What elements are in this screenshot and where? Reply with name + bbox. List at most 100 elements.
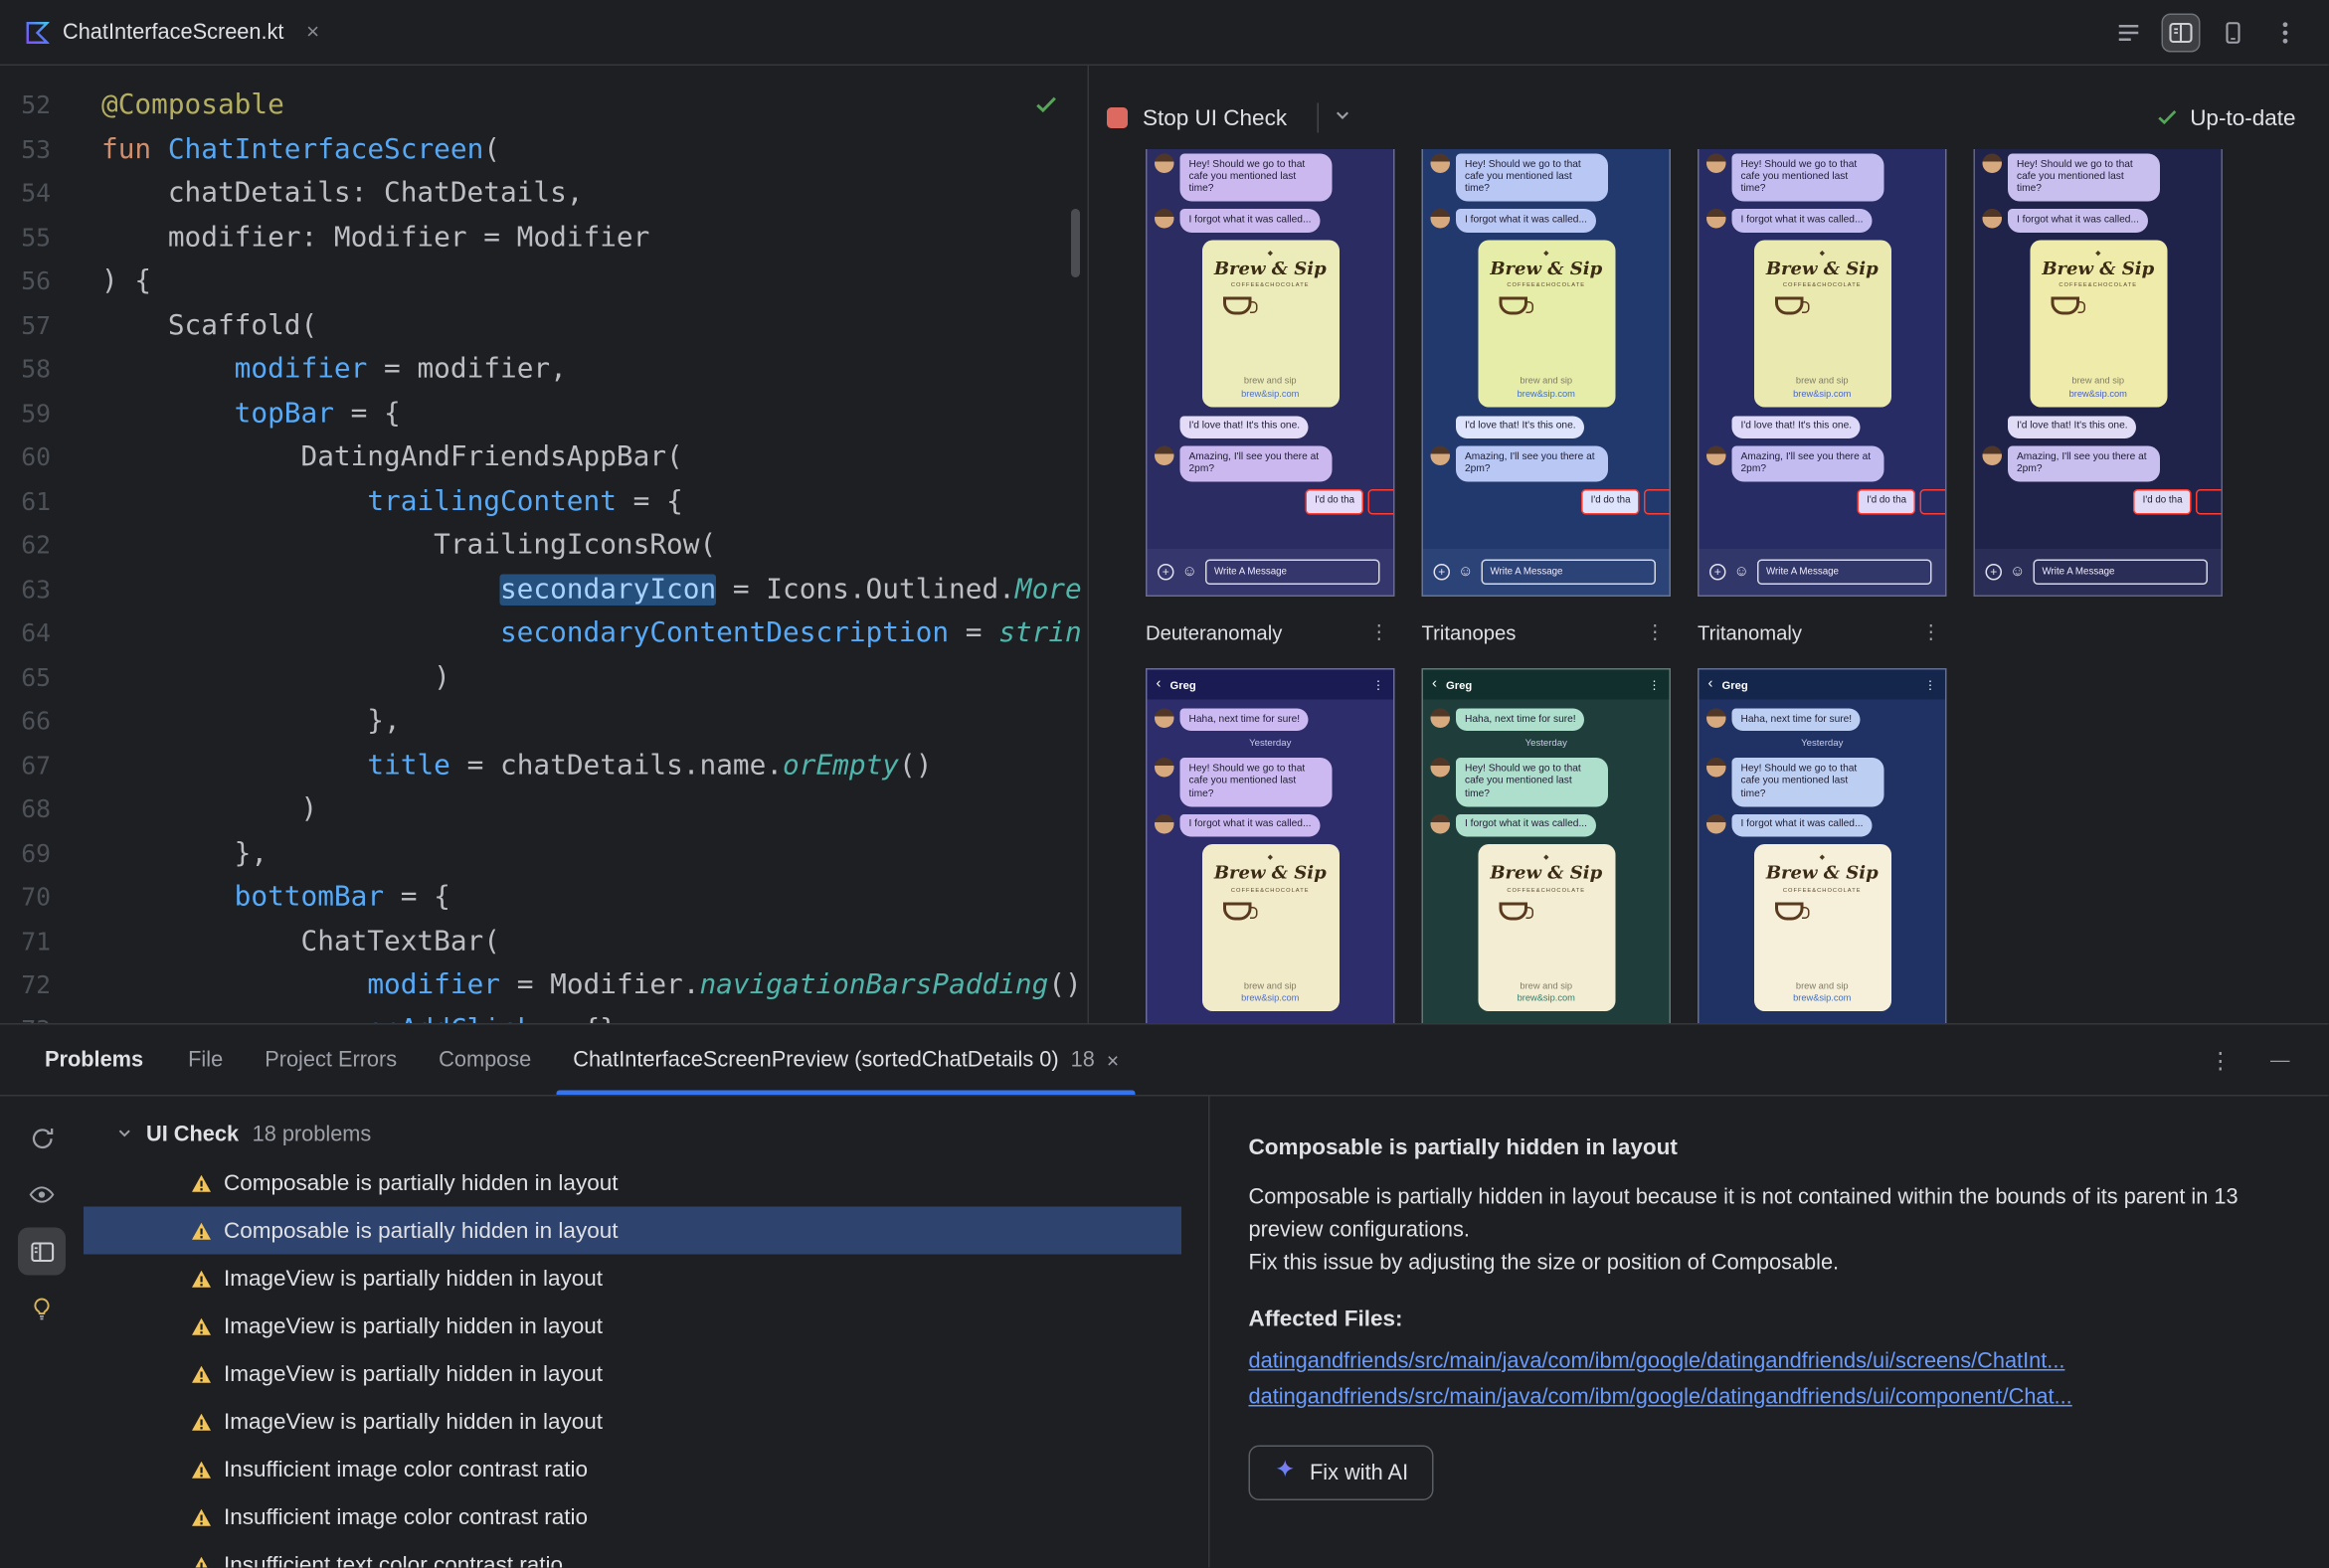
card-link[interactable]: brew&sip.com [1484, 389, 1609, 400]
problem-item[interactable]: ImageView is partially hidden in layout [84, 1398, 1181, 1446]
line-number: 71 [21, 927, 51, 956]
problems-group-header[interactable]: UI Check 18 problems [84, 1112, 1208, 1159]
code-line[interactable]: 73 onAddClick = {} [0, 1007, 1088, 1023]
phone-preview[interactable]: Hey! Should we go to that cafe you menti… [1973, 149, 2223, 597]
message-row: Hey! Should we go to that cafe you menti… [1975, 153, 2222, 202]
code-line[interactable]: 71 ChatTextBar( [0, 920, 1088, 963]
code-line[interactable]: 58 modifier = modifier, [0, 348, 1088, 392]
card-link[interactable]: brew&sip.com [1207, 993, 1333, 1004]
chevron-down-icon[interactable] [1334, 106, 1351, 130]
phone-preview[interactable]: ‹ Greg ⋮ Haha, next time for sure! Yesterday… [1698, 668, 1947, 1023]
code-text: }, [101, 705, 401, 738]
file-link[interactable]: datingandfriends/src/main/java/com/ibm/g… [1249, 1344, 2293, 1380]
file-link[interactable]: datingandfriends/src/main/java/com/ibm/g… [1249, 1380, 2293, 1416]
code-line[interactable]: 60 DatingAndFriendsAppBar( [0, 436, 1088, 479]
more-vertical-icon[interactable]: ⋮ [2210, 1046, 2233, 1074]
message-input[interactable]: Write A Message [1757, 559, 1932, 585]
problem-item[interactable]: ImageView is partially hidden in layout [84, 1350, 1181, 1398]
editor-scrollbar[interactable] [1071, 209, 1080, 277]
code-line[interactable]: 72 modifier = Modifier.navigationBarsPad… [0, 963, 1088, 1007]
phone-preview[interactable]: Hey! Should we go to that cafe you menti… [1698, 149, 1947, 597]
avatar [1155, 445, 1174, 466]
chat-bubble: Hey! Should we go to that cafe you menti… [1179, 758, 1333, 806]
code-editor[interactable]: 52 @Composable 53 fun ChatInterfaceScreen(5… [0, 66, 1089, 1023]
suggestion-chip-clipped [2196, 489, 2222, 515]
card-link[interactable]: brew&sip.com [1484, 993, 1609, 1004]
phone-preview[interactable]: Hey! Should we go to that cafe you menti… [1146, 149, 1395, 597]
chat-bubble: I forgot what it was called... [1456, 209, 1596, 233]
code-line[interactable]: 70 bottomBar = { [0, 876, 1088, 920]
card-link[interactable]: brew&sip.com [1759, 389, 1884, 400]
inspections-ok-icon[interactable] [1035, 95, 1058, 119]
chat-header: ‹ Greg ⋮ [1699, 669, 1945, 700]
stop-ui-check-button[interactable]: Stop UI Check [1107, 105, 1287, 130]
coffee-cup-icon [1498, 296, 1533, 315]
quickfix-bulb-icon[interactable] [18, 1285, 66, 1332]
problem-item[interactable]: Insufficient image color contrast ratio [84, 1493, 1181, 1541]
minimize-icon[interactable]: — [2270, 1049, 2290, 1072]
details-view-icon[interactable] [18, 1227, 66, 1276]
message-input[interactable]: Write A Message [1205, 559, 1380, 585]
problem-item[interactable]: Insufficient image color contrast ratio [84, 1446, 1181, 1493]
code-line[interactable]: 56) { [0, 260, 1088, 303]
card-link[interactable]: brew&sip.com [1207, 389, 1333, 400]
code-line[interactable]: 52 @Composable [0, 84, 1088, 127]
problem-item[interactable]: ImageView is partially hidden in layout [84, 1303, 1181, 1350]
message-row: Hey! Should we go to that cafe you menti… [1700, 758, 1946, 806]
suggestion-chip: I'd do tha [1306, 489, 1363, 515]
editor-tab[interactable]: ChatInterfaceScreen.kt × [0, 0, 343, 65]
chevron-down-icon[interactable] [116, 1124, 133, 1147]
message-input[interactable]: Write A Message [2033, 559, 2208, 585]
phone-preview[interactable]: ‹ Greg ⋮ Haha, next time for sure! Yesterday… [1146, 668, 1395, 1023]
problem-item[interactable]: Insufficient text color contrast ratio [84, 1541, 1181, 1568]
card-link[interactable]: brew&sip.com [1759, 993, 1884, 1004]
code-line[interactable]: 63 secondaryIcon = Icons.Outlined.More [0, 568, 1088, 611]
code-line[interactable]: 67 title = chatDetails.name.orEmpty() [0, 744, 1088, 787]
problem-text: ImageView is partially hidden in layout [224, 1360, 604, 1387]
code-line[interactable]: 66 }, [0, 700, 1088, 744]
tool-tab[interactable]: File [167, 1025, 244, 1096]
problem-item[interactable]: Composable is partially hidden in layout [84, 1159, 1181, 1207]
code-line[interactable]: 62 TrailingIconsRow( [0, 524, 1088, 568]
tool-window-title[interactable]: Problems [45, 1048, 143, 1072]
problem-item[interactable]: ImageView is partially hidden in layout [84, 1255, 1181, 1303]
close-tab-icon[interactable]: × [306, 20, 319, 46]
back-icon: ‹ [1432, 675, 1438, 692]
code-line[interactable]: 55 modifier: Modifier = Modifier [0, 216, 1088, 260]
code-line[interactable]: 65 ) [0, 655, 1088, 699]
more-vertical-icon[interactable]: ⋮ [1921, 620, 1947, 644]
code-line[interactable]: 61 trailingContent = { [0, 479, 1088, 523]
more-vertical-icon[interactable] [2266, 13, 2305, 52]
code-line[interactable]: 53 fun ChatInterfaceScreen( [0, 127, 1088, 171]
tool-tab[interactable]: Project Errors [244, 1025, 418, 1096]
tool-tab[interactable]: ChatInterfaceScreenPreview (sortedChatDe… [552, 1025, 1140, 1095]
fix-with-ai-button[interactable]: Fix with AI [1248, 1445, 1434, 1500]
code-line[interactable]: 69 }, [0, 831, 1088, 875]
line-number: 61 [21, 486, 51, 516]
sync-icon[interactable] [18, 1115, 66, 1162]
structure-icon[interactable] [2109, 13, 2148, 52]
phone-preview[interactable]: ‹ Greg ⋮ Haha, next time for sure! Yesterday… [1421, 668, 1671, 1023]
split-editor-icon[interactable] [2161, 12, 2201, 52]
close-tab-icon[interactable]: × [1107, 1048, 1119, 1072]
avatar [1155, 758, 1174, 779]
tool-tab[interactable]: Compose [418, 1025, 552, 1096]
code-line[interactable]: 68 ) [0, 787, 1088, 831]
avatar [1430, 758, 1450, 779]
code-line[interactable]: 64 secondaryContentDescription = strin [0, 611, 1088, 655]
line-number: 72 [21, 970, 51, 1000]
code-line[interactable]: 59 topBar = { [0, 392, 1088, 436]
problem-item[interactable]: Composable is partially hidden in layout [84, 1206, 1181, 1255]
code-text: trailingContent = { [367, 485, 683, 517]
preview-eye-icon[interactable] [18, 1171, 66, 1219]
more-vertical-icon[interactable]: ⋮ [1646, 620, 1672, 644]
message-input[interactable]: Write A Message [1481, 559, 1656, 585]
code-line[interactable]: 57 Scaffold( [0, 303, 1088, 347]
card-link[interactable]: brew&sip.com [2036, 389, 2161, 400]
code-text: secondaryIcon = Icons.Outlined.More [499, 573, 1082, 606]
phone-preview[interactable]: Hey! Should we go to that cafe you menti… [1421, 149, 1671, 597]
avatar [1430, 209, 1450, 229]
code-line[interactable]: 54 chatDetails: ChatDetails, [0, 172, 1088, 216]
more-vertical-icon[interactable]: ⋮ [1369, 620, 1395, 644]
device-preview-icon[interactable] [2214, 13, 2252, 52]
